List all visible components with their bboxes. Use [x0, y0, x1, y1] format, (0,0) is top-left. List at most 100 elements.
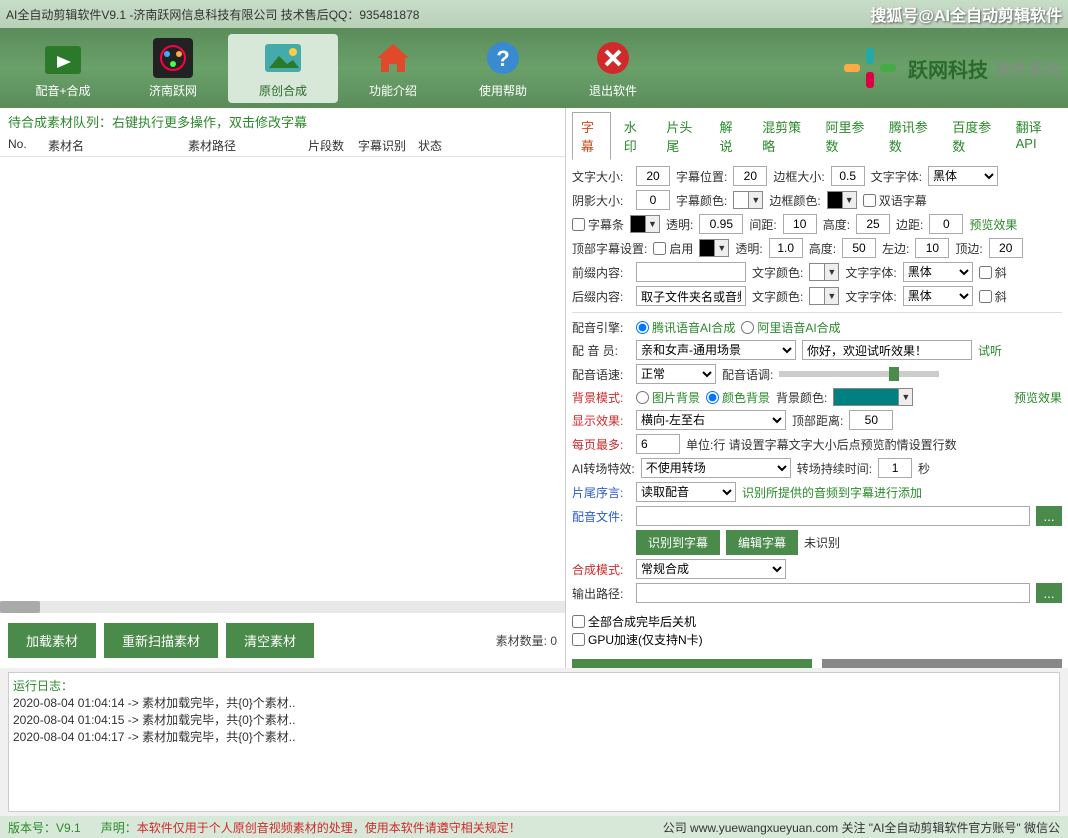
declaration: 声明：本软件仅用于个人原创音视频素材的处理，使用本软件请遵守相关规定！	[101, 819, 521, 836]
shadow-input[interactable]	[636, 190, 670, 210]
log-line: 2020-08-04 01:04:14 -> 素材加载完毕，共{0}个素材..	[13, 694, 1055, 711]
subtitle-bar-check[interactable]: 字幕条	[572, 216, 624, 233]
edit-subtitle-button[interactable]: 编辑字幕	[726, 530, 798, 555]
speed-select[interactable]: 正常	[636, 364, 716, 384]
top-top-input[interactable]	[989, 238, 1023, 258]
toolbar-voice-synth[interactable]: 配音+合成	[8, 38, 118, 99]
suffix-italic-check[interactable]: 斜	[979, 288, 1007, 305]
material-count: 素材数量: 0	[496, 632, 557, 649]
transition-select[interactable]: 不使用转场	[641, 458, 791, 478]
output-path-input[interactable]	[636, 583, 1030, 603]
output-browse-button[interactable]: ...	[1036, 583, 1062, 603]
engine-ali-radio[interactable]: 阿里语音AI合成	[741, 319, 840, 336]
subtitle-color-picker[interactable]: ▼	[733, 191, 763, 209]
queue-scrollbar[interactable]	[0, 601, 565, 613]
log-line: 2020-08-04 01:04:17 -> 素材加载完毕，共{0}个素材..	[13, 728, 1055, 745]
queue-list[interactable]	[0, 157, 565, 601]
stop-synth-button[interactable]: 停止合成	[822, 659, 1062, 668]
voice-sample-input[interactable]	[802, 340, 972, 360]
trans-dur-input[interactable]	[878, 458, 912, 478]
toolbar-original-synth[interactable]: 原创合成	[228, 34, 338, 103]
audio-path-input[interactable]	[636, 506, 1030, 526]
suffix-font-select[interactable]: 黑体	[903, 286, 973, 306]
tab-headtail[interactable]: 片头尾	[657, 112, 706, 160]
svg-text:?: ?	[496, 46, 509, 71]
bg-top-input[interactable]	[849, 410, 893, 430]
bg-color-radio[interactable]: 颜色背景	[706, 389, 770, 406]
start-synth-button[interactable]: 开始合成	[572, 659, 812, 668]
suffix-input[interactable]	[636, 286, 746, 306]
tab-tencent[interactable]: 腾讯参数	[880, 112, 939, 160]
gap-input[interactable]	[783, 214, 817, 234]
queue-hint: 待合成素材队列：右键执行更多操作，双击修改字幕	[0, 108, 565, 135]
effect-select[interactable]: 横向-左至右	[636, 410, 786, 430]
voice-select[interactable]: 亲和女声-通用场景	[636, 340, 796, 360]
top-color-picker[interactable]: ▼	[699, 239, 729, 257]
exit-icon	[593, 38, 633, 78]
font-size-input[interactable]	[636, 166, 670, 186]
toolbar-help[interactable]: ? 使用帮助	[448, 38, 558, 99]
seq-select[interactable]: 读取配音	[636, 482, 736, 502]
tab-translate[interactable]: 翻译API	[1007, 112, 1062, 160]
tab-mixcut[interactable]: 混剪策略	[753, 112, 812, 160]
seq-hint: 识别所提供的音频到字幕进行添加	[742, 484, 922, 501]
tab-ali[interactable]: 阿里参数	[817, 112, 876, 160]
tab-baidu[interactable]: 百度参数	[943, 112, 1002, 160]
voice-test-link[interactable]: 试听	[978, 342, 1002, 359]
pitch-slider[interactable]	[779, 371, 939, 377]
bilingual-check[interactable]: 双语字幕	[863, 192, 927, 209]
alpha-input[interactable]	[699, 214, 743, 234]
log-line: 2020-08-04 01:04:15 -> 素材加载完毕，共{0}个素材..	[13, 711, 1055, 728]
settings-tabs: 字幕 水印 片头尾 解说 混剪策略 阿里参数 腾讯参数 百度参数 翻译API	[572, 112, 1062, 160]
settings-panel: 字幕 水印 片头尾 解说 混剪策略 阿里参数 腾讯参数 百度参数 翻译API 文…	[566, 108, 1068, 668]
suffix-color-picker[interactable]: ▼	[809, 287, 839, 305]
prefix-italic-check[interactable]: 斜	[979, 264, 1007, 281]
toolbar-jinan[interactable]: 济南跃网	[118, 38, 228, 99]
version-label: 版本号：V9.1	[8, 819, 81, 836]
preview-link[interactable]: 预览效果	[969, 216, 1017, 233]
top-height-input[interactable]	[842, 238, 876, 258]
queue-header: No. 素材名 素材路径 片段数 字幕识别 状态	[0, 135, 565, 157]
border-color-picker[interactable]: ▼	[827, 191, 857, 209]
toolbar-features[interactable]: 功能介绍	[338, 38, 448, 99]
prefix-color-picker[interactable]: ▼	[809, 263, 839, 281]
prefix-font-select[interactable]: 黑体	[903, 262, 973, 282]
bg-preview-link[interactable]: 预览效果	[1014, 389, 1062, 406]
titlebar-brand: 搜狐号@AI全自动剪辑软件	[870, 2, 1062, 26]
recognize-button[interactable]: 识别到字幕	[636, 530, 720, 555]
top-enable-check[interactable]: 启用	[653, 240, 693, 257]
tab-subtitle[interactable]: 字幕	[572, 112, 611, 160]
height-input[interactable]	[856, 214, 890, 234]
border-size-input[interactable]	[831, 166, 865, 186]
engine-tencent-radio[interactable]: 腾讯语音AI合成	[636, 319, 735, 336]
synth-mode-select[interactable]: 常规合成	[636, 559, 786, 579]
bg-color-picker[interactable]: ▼	[833, 388, 913, 406]
tab-watermark[interactable]: 水印	[615, 112, 654, 160]
bar-color-picker[interactable]: ▼	[630, 215, 660, 233]
clear-material-button[interactable]: 清空素材	[226, 623, 314, 658]
tab-narration[interactable]: 解说	[710, 112, 749, 160]
image-icon	[263, 38, 303, 78]
help-icon: ?	[483, 38, 523, 78]
brand-area: 跃网科技 软件系列	[840, 46, 1060, 90]
margin-input[interactable]	[929, 214, 963, 234]
company-info: 公司 www.yuewangxueyuan.com 关注 "AI全自动剪辑软件官…	[663, 819, 1060, 836]
bg-image-radio[interactable]: 图片背景	[636, 389, 700, 406]
load-material-button[interactable]: 加载素材	[8, 623, 96, 658]
font-select[interactable]: 黑体	[928, 166, 998, 186]
max-lines-input[interactable]	[636, 434, 680, 454]
top-left-input[interactable]	[915, 238, 949, 258]
rescan-material-button[interactable]: 重新扫描素材	[104, 623, 218, 658]
brand-logo-icon	[840, 46, 900, 90]
toolbar-exit[interactable]: 退出软件	[558, 38, 668, 99]
gpu-check[interactable]: GPU加速(仅支持N卡)	[572, 631, 703, 648]
top-alpha-input[interactable]	[769, 238, 803, 258]
titlebar: AI全自动剪辑软件V9.1 -济南跃网信息科技有限公司 技术售后QQ：93548…	[0, 0, 1068, 28]
shutdown-check[interactable]: 全部合成完毕后关机	[572, 613, 696, 630]
audio-browse-button[interactable]: ...	[1036, 506, 1062, 526]
log-title: 运行日志：	[13, 677, 1055, 694]
subtitle-pos-input[interactable]	[733, 166, 767, 186]
prefix-input[interactable]	[636, 262, 746, 282]
material-panel: 待合成素材队列：右键执行更多操作，双击修改字幕 No. 素材名 素材路径 片段数…	[0, 108, 566, 668]
app-title: AI全自动剪辑软件V9.1 -济南跃网信息科技有限公司 技术售后QQ：93548…	[6, 6, 419, 23]
